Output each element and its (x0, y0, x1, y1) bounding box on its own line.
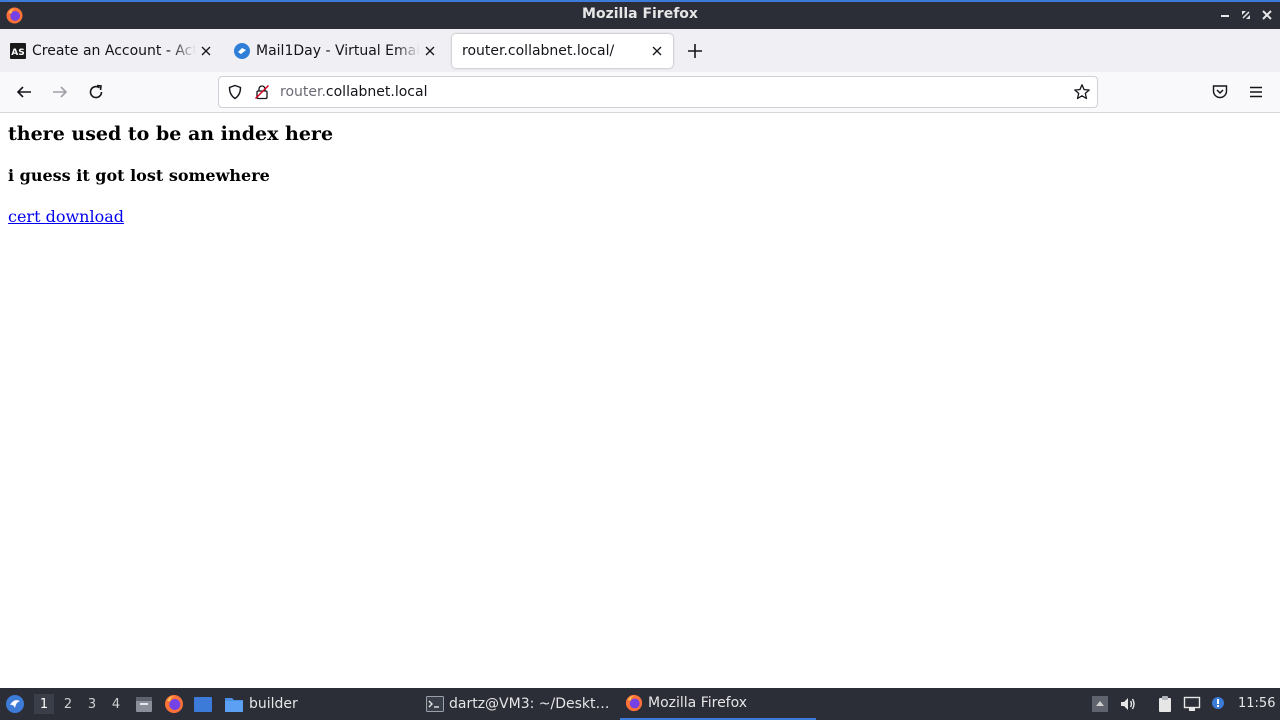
maximize-icon[interactable] (1238, 7, 1254, 23)
reload-icon (89, 84, 103, 99)
firefox-launcher-icon[interactable] (164, 694, 184, 714)
insecure-lock-icon[interactable] (254, 84, 270, 100)
activestate-icon: AS (10, 43, 26, 59)
tab-strip: AS Create an Account - ActiveState Mail1… (0, 29, 1280, 72)
page-content: there used to be an index here i guess i… (0, 113, 1280, 688)
reload-button[interactable] (86, 82, 106, 102)
workspace-3[interactable]: 3 (82, 694, 102, 714)
tracking-protection-shield-icon[interactable] (227, 84, 243, 100)
tab-create-account[interactable]: AS Create an Account - ActiveState (0, 34, 222, 68)
desktop-launcher-icon[interactable] (193, 694, 213, 714)
cert-download-link[interactable]: cert download (8, 207, 124, 226)
start-menu-icon[interactable] (5, 694, 25, 714)
close-tab-icon[interactable] (647, 41, 667, 61)
taskbar: 1 2 3 4 builder dartz@VM3: ~/Deskt… Mozi… (0, 688, 1280, 720)
clock: 11:56 (1238, 696, 1276, 711)
page-heading: there used to be an index here (8, 123, 334, 145)
url-subdomain: router. (280, 84, 326, 100)
task-label: Mozilla Firefox (648, 695, 748, 711)
url-domain: collabnet.local (325, 84, 428, 100)
navigation-toolbar: router.collabnet.local (0, 72, 1280, 113)
close-window-icon[interactable] (1259, 7, 1275, 23)
tray-arrow-icon[interactable] (1091, 695, 1109, 713)
window-titlebar: Mozilla Firefox (0, 0, 1280, 29)
firefox-icon (625, 694, 643, 712)
window-title: Mozilla Firefox (582, 6, 698, 22)
tab-label: router.collabnet.local/ (462, 43, 615, 59)
task-builder[interactable]: builder (224, 688, 298, 720)
task-label: dartz@VM3: ~/Deskt… (449, 696, 610, 712)
forward-button[interactable] (50, 82, 70, 102)
task-firefox[interactable]: Mozilla Firefox (620, 688, 816, 720)
mail1day-icon (234, 43, 250, 59)
minimize-icon[interactable] (1217, 7, 1233, 23)
back-arrow-icon (16, 86, 31, 98)
tab-label: Create an Account - ActiveState (32, 43, 196, 59)
hamburger-menu-icon (1250, 86, 1262, 98)
pocket-button[interactable] (1210, 82, 1230, 102)
address-bar[interactable]: router.collabnet.local (218, 76, 1098, 108)
file-manager-launcher-icon[interactable] (134, 694, 154, 714)
back-button[interactable] (14, 82, 34, 102)
url-text[interactable]: router.collabnet.local (280, 84, 427, 100)
task-label: builder (249, 696, 298, 712)
page-subheading: i guess it got lost somewhere (8, 166, 270, 185)
workspace-4[interactable]: 4 (106, 694, 126, 714)
pocket-icon (1212, 85, 1228, 99)
app-menu-button[interactable] (1246, 82, 1266, 102)
clipboard-icon[interactable] (1156, 695, 1174, 713)
tab-label: Mail1Day - Virtual Email client (256, 43, 420, 59)
tab-router[interactable]: router.collabnet.local/ (452, 34, 673, 68)
task-terminal[interactable]: dartz@VM3: ~/Deskt… (426, 688, 610, 720)
close-tab-icon[interactable] (420, 41, 440, 61)
forward-arrow-icon (53, 86, 68, 98)
new-tab-icon[interactable] (684, 40, 706, 62)
tab-mail1day[interactable]: Mail1Day - Virtual Email client (224, 34, 446, 68)
network-icon[interactable] (1183, 695, 1201, 713)
svg-text:AS: AS (11, 48, 24, 58)
folder-icon (225, 698, 243, 712)
close-tab-icon[interactable] (196, 41, 216, 61)
bookmark-star-icon[interactable] (1073, 83, 1091, 101)
workspace-2[interactable]: 2 (58, 694, 78, 714)
terminal-icon (426, 696, 444, 712)
notification-icon[interactable] (1209, 695, 1227, 713)
workspace-1[interactable]: 1 (34, 694, 54, 714)
volume-icon[interactable] (1119, 695, 1137, 713)
